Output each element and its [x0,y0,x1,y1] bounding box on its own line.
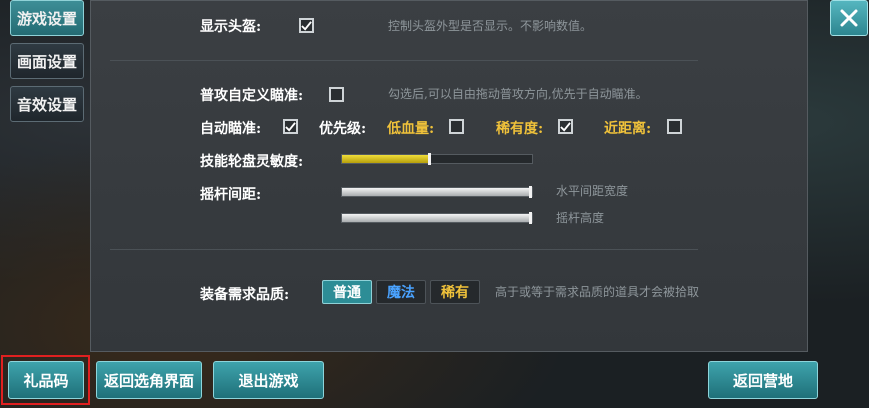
quality-magic-button[interactable]: 魔法 [376,280,426,304]
slider-fill [342,188,532,196]
tab-graphics-settings[interactable]: 画面设置 [10,43,84,79]
joystick-height-slider[interactable] [341,212,533,224]
priority-near-checkbox[interactable] [667,119,682,134]
slider-fill [342,155,432,163]
tab-label: 游戏设置 [16,9,77,28]
slider-fill [342,214,532,222]
close-icon [840,9,858,27]
slider-handle[interactable] [529,186,532,198]
priority-low-hp-checkbox[interactable] [449,119,464,134]
auto-aim-checkbox[interactable] [283,119,298,134]
tab-label: 画面设置 [16,52,77,71]
tab-game-settings[interactable]: 游戏设置 [10,0,84,36]
priority-label: 优先级: [319,121,367,137]
tab-sound-settings[interactable]: 音效设置 [10,86,84,122]
wheel-sensitivity-label: 技能轮盘灵敏度: [200,154,304,170]
slider-handle[interactable] [529,212,532,224]
joystick-horizontal-hint: 水平间距宽度 [556,184,629,198]
quality-option-label: 魔法 [387,285,415,301]
check-icon [285,121,296,132]
joystick-spacing-label: 摇杆间距: [200,187,262,203]
quality-hint: 高于或等于需求品质的道具才会被拾取 [495,285,700,299]
joystick-height-hint: 摇杆高度 [556,211,605,225]
back-to-camp-button[interactable]: 返回营地 [708,361,818,399]
custom-aim-hint: 勾选后,可以自由拖动普攻方向,优先于自动瞄准。 [388,87,648,101]
priority-rarity-label: 稀有度: [496,121,544,137]
auto-aim-label: 自动瞄准: [200,121,262,137]
check-icon [560,121,571,132]
quality-option-label: 稀有 [441,285,469,301]
button-label: 退出游戏 [238,371,299,390]
quality-normal-button[interactable]: 普通 [322,280,372,304]
priority-low-hp-label: 低血量: [387,121,435,137]
close-button[interactable] [830,0,868,36]
custom-aim-label: 普攻自定义瞄准: [200,88,304,104]
helmet-checkbox[interactable] [299,18,314,33]
slider-handle[interactable] [428,153,432,165]
button-label: 返回选角界面 [103,371,194,390]
button-label: 返回营地 [732,371,793,390]
priority-near-label: 近距离: [604,121,652,137]
helmet-hint: 控制头盔外型是否显示。不影响数值。 [388,19,593,33]
quality-option-label: 普通 [333,285,361,301]
tab-label: 音效设置 [16,95,77,114]
wheel-sensitivity-slider[interactable] [341,153,533,165]
exit-game-button[interactable]: 退出游戏 [213,361,324,399]
joystick-horizontal-slider[interactable] [341,186,533,198]
custom-aim-checkbox[interactable] [329,87,344,102]
divider [110,60,698,61]
priority-rarity-checkbox[interactable] [558,119,573,134]
quality-label: 装备需求品质: [200,287,290,303]
check-icon [301,20,312,31]
divider [110,249,698,250]
helmet-label: 显示头盔: [200,19,262,35]
selection-highlight [1,355,90,405]
quality-rare-button[interactable]: 稀有 [430,280,480,304]
back-to-character-select-button[interactable]: 返回选角界面 [96,361,202,399]
